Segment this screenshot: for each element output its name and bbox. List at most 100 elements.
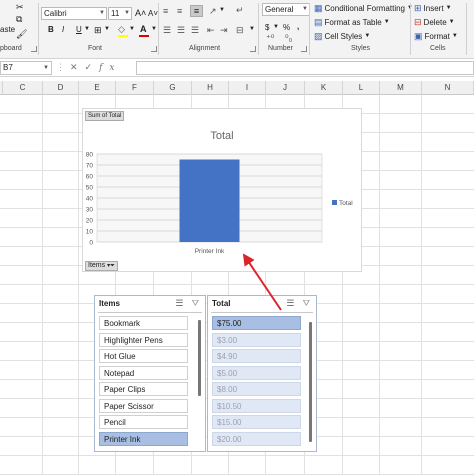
chevron-down-icon[interactable]: ▼ — [104, 26, 110, 32]
font-group-label: Font — [88, 45, 103, 52]
font-size-select[interactable]: 11 ▼ — [108, 7, 132, 20]
slicer-item[interactable]: $15.00 — [212, 415, 301, 429]
decrease-decimal-icon[interactable]: ⁰₀ — [285, 33, 292, 43]
sum-of-total-field-button[interactable]: Sum of Total — [85, 111, 125, 121]
align-center-icon[interactable]: ☰ — [177, 25, 185, 35]
column-header[interactable]: M — [380, 81, 422, 95]
slicer-item[interactable]: Printer Ink — [99, 431, 188, 446]
clear-filter-icon[interactable]: ⛛ — [191, 298, 199, 309]
slicer-item[interactable]: $5.00 — [212, 365, 301, 380]
slicer-item[interactable]: Paper Clips — [99, 382, 188, 396]
scrollbar-thumb[interactable] — [309, 322, 312, 442]
percent-button[interactable]: % — [283, 23, 290, 32]
increase-indent-icon[interactable]: ⇥ — [220, 25, 228, 35]
formula-input[interactable] — [136, 61, 474, 75]
number-group-label: Number — [268, 45, 293, 52]
number-launcher-icon[interactable] — [301, 46, 307, 52]
column-header[interactable]: D — [43, 81, 79, 95]
currency-button[interactable]: $ — [265, 23, 269, 32]
column-header[interactable]: N — [422, 81, 474, 95]
insert-function-icon[interactable]: fx — [99, 63, 121, 73]
slicer-item[interactable]: $3.00 — [212, 332, 301, 347]
align-left-icon[interactable]: ☰ — [163, 25, 171, 35]
slicer-item[interactable]: $8.00 — [212, 382, 301, 396]
slicer-item[interactable]: $4.90 — [212, 349, 301, 363]
clipboard-launcher-icon[interactable] — [31, 46, 37, 52]
align-right-icon[interactable]: ☰ — [191, 25, 199, 35]
resize-handle-icon[interactable]: ⋮ — [56, 62, 65, 73]
slicer-item[interactable]: $75.00 — [212, 316, 301, 330]
insert-icon: ⊞ — [414, 3, 422, 13]
copy-icon[interactable]: ⧉ — [16, 14, 22, 24]
pivot-chart[interactable]: 0 10 20 30 40 50 60 70 80 Total Printer Ink Total S… — [82, 108, 362, 272]
items-slicer[interactable]: Items ☰ ⛛ Bookmark Highlighter Pens Hot Gl… — [94, 295, 206, 452]
slicer-item[interactable]: Hot Glue — [99, 349, 188, 363]
italic-button[interactable]: I — [62, 25, 64, 34]
middle-align-icon[interactable]: ≡ — [177, 6, 182, 16]
number-format-select[interactable]: General ▼ — [262, 3, 310, 16]
fill-color-swatch — [118, 35, 128, 37]
font-color-icon[interactable]: A — [140, 24, 147, 34]
slicer-item[interactable]: Highlighter Pens — [99, 332, 188, 347]
chevron-down-icon[interactable]: ▼ — [273, 24, 279, 30]
format-button[interactable]: ▣ Format ▼ — [414, 31, 458, 41]
increase-decimal-icon[interactable]: ⁺⁰ — [266, 33, 274, 43]
paste-button[interactable]: aste — [0, 25, 15, 34]
format-as-table-button[interactable]: ▤ Format as Table ▼ — [314, 17, 390, 27]
decrease-indent-icon[interactable]: ⇤ — [207, 25, 215, 35]
column-header[interactable]: H — [192, 81, 229, 95]
alignment-launcher-icon[interactable] — [250, 46, 256, 52]
column-header[interactable]: G — [154, 81, 192, 95]
wrap-text-icon[interactable]: ↵ — [236, 5, 244, 15]
comma-button[interactable]: , — [297, 22, 299, 31]
chevron-down-icon[interactable]: ▼ — [84, 26, 90, 32]
slicer-item[interactable]: $20.00 — [212, 431, 301, 446]
column-header[interactable]: I — [229, 81, 266, 95]
chevron-down-icon[interactable]: ▼ — [151, 26, 157, 32]
name-box[interactable]: B7 ▼ — [0, 61, 52, 75]
chevron-down-icon[interactable]: ▼ — [249, 26, 255, 32]
total-slicer[interactable]: Total ☰ ⛛ $75.00 $3.00 $4.90 $5.00 $8.00 $10.… — [207, 295, 317, 452]
shrink-font-button[interactable]: A˅ — [148, 9, 158, 18]
orientation-icon[interactable]: ↗ — [209, 6, 217, 16]
slicer-item[interactable]: Notepad — [99, 365, 188, 380]
chevron-down-icon[interactable]: ▼ — [219, 7, 225, 13]
column-header[interactable]: C — [3, 81, 43, 95]
items-field-button[interactable]: Items ▾⏷ — [85, 261, 118, 271]
column-header[interactable]: E — [79, 81, 116, 95]
cell-styles-button[interactable]: ▨ Cell Styles ▼ — [314, 31, 370, 41]
y-tick-label: 30 — [86, 207, 94, 214]
column-header[interactable]: L — [343, 81, 380, 95]
bold-button[interactable]: B — [48, 25, 54, 34]
slicer-item[interactable]: Bookmark — [99, 316, 188, 330]
grow-font-button[interactable]: A˄ — [135, 8, 146, 18]
slicer-item[interactable]: Paper Scissor — [99, 398, 188, 413]
formula-bar: B7 ▼ ⋮ ✕✓fx — [0, 60, 474, 77]
chevron-down-icon[interactable]: ▼ — [129, 26, 135, 32]
column-header[interactable]: J — [266, 81, 305, 95]
scrollbar-thumb[interactable] — [198, 320, 201, 396]
multi-select-icon[interactable]: ☰ — [175, 298, 183, 309]
clear-filter-icon[interactable]: ⛛ — [302, 298, 310, 309]
borders-icon[interactable]: ⊞ — [94, 25, 102, 35]
cut-icon[interactable]: ✂ — [16, 2, 24, 12]
bottom-align-icon[interactable]: ≡ — [190, 5, 203, 17]
divider — [211, 312, 313, 313]
enter-icon[interactable]: ✓ — [85, 62, 100, 72]
fill-color-icon[interactable]: ◇ — [118, 24, 125, 34]
column-header[interactable]: K — [305, 81, 343, 95]
conditional-formatting-button[interactable]: ▦ Conditional Formatting ▼ — [314, 3, 413, 13]
top-align-icon[interactable]: ≡ — [163, 6, 171, 16]
slicer-item[interactable]: $10.50 — [212, 398, 301, 413]
insert-button[interactable]: ⊞ Insert ▼ — [414, 3, 452, 13]
format-painter-icon[interactable]: 🖌 — [16, 29, 27, 39]
font-name-select[interactable]: Calibri ▼ — [41, 7, 107, 20]
cancel-icon[interactable]: ✕ — [70, 62, 85, 72]
slicer-item[interactable]: Pencil — [99, 415, 188, 429]
multi-select-icon[interactable]: ☰ — [286, 298, 294, 309]
column-header[interactable]: F — [116, 81, 154, 95]
underline-button[interactable]: U — [76, 25, 82, 34]
delete-button[interactable]: ⊟ Delete ▼ — [414, 17, 455, 27]
font-launcher-icon[interactable] — [151, 46, 157, 52]
merge-center-icon[interactable]: ⊟ — [236, 25, 244, 35]
